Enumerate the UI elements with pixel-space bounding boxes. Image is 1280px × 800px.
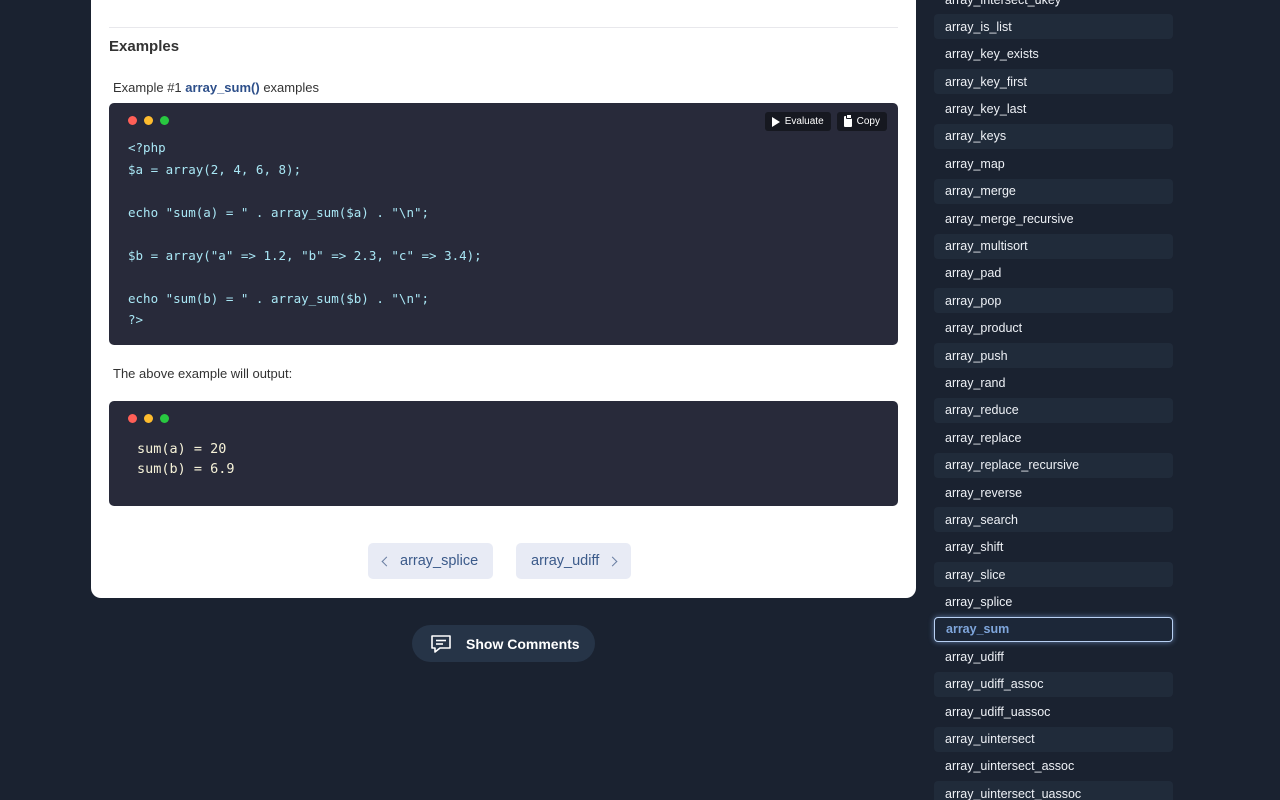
window-dots [128, 116, 169, 125]
code-line: echo "sum(b) = " . array_sum($b) . "\n"; [128, 290, 430, 306]
code-actions: Evaluate Copy [764, 112, 887, 131]
page: Examples Example #1 array_sum() examples… [0, 0, 1280, 800]
sidebar-item-array-merge-recursive[interactable]: array_merge_recursive [934, 206, 1173, 231]
code-line: $a = array(2, 4, 6, 8); [128, 161, 302, 177]
show-comments-button[interactable]: Show Comments [412, 625, 595, 662]
red-dot-icon [128, 414, 137, 423]
sidebar-item-array-uintersect-uassoc[interactable]: array_uintersect_uassoc [934, 781, 1173, 800]
window-dots [128, 414, 169, 423]
yellow-dot-icon [144, 414, 153, 423]
content-card: Examples Example #1 array_sum() examples… [91, 0, 916, 598]
example-function-name: array_sum() [185, 80, 260, 95]
evaluate-label: Evaluate [784, 116, 824, 127]
chevron-right-icon [607, 556, 618, 566]
sidebar-item-array-udiff-assoc[interactable]: array_udiff_assoc [934, 671, 1173, 697]
sidebar-item-array-udiff[interactable]: array_udiff [934, 644, 1173, 669]
sidebar-item-array-replace[interactable]: array_replace [934, 425, 1173, 450]
sidebar-item-array-intersect-ukey[interactable]: array_intersect_ukey [934, 0, 1173, 12]
code-line: ?> [128, 312, 144, 327]
output-text: sum(a) = 20 sum(b) = 6.9 [137, 440, 235, 479]
sidebar-item-array-is-list[interactable]: array_is_list [934, 14, 1173, 40]
play-icon [771, 116, 780, 127]
prev-page-label: array_splice [400, 553, 479, 569]
example-caption-suffix: examples [259, 80, 319, 95]
prev-page-link[interactable]: array_splice [368, 543, 494, 579]
sidebar-item-array-pop[interactable]: array_pop [934, 288, 1173, 314]
sidebar-item-array-reverse[interactable]: array_reverse [934, 480, 1173, 505]
sidebar-item-array-key-first[interactable]: array_key_first [934, 69, 1173, 95]
sidebar-item-array-keys[interactable]: array_keys [934, 123, 1173, 149]
green-dot-icon [160, 414, 169, 423]
chevron-left-icon [381, 556, 392, 566]
sidebar-item-array-splice[interactable]: array_splice [934, 590, 1173, 615]
sidebar-item-array-multisort[interactable]: array_multisort [934, 233, 1173, 259]
next-page-label: array_udiff [531, 553, 600, 569]
code-text: <?php $a = array(2, 4, 6, 8); echo "sum(… [128, 137, 482, 331]
sidebar-item-array-replace-recursive[interactable]: array_replace_recursive [934, 452, 1173, 478]
clipboard-icon [843, 114, 852, 127]
output-line: sum(a) = 20 [137, 441, 227, 457]
example-caption: Example #1 array_sum() examples [113, 80, 319, 95]
sidebar-item-array-search[interactable]: array_search [934, 507, 1173, 533]
code-block: Evaluate Copy <?php $a = array(2, 4, 6, … [109, 103, 898, 345]
sidebar-item-array-pad[interactable]: array_pad [934, 261, 1173, 286]
sidebar-item-array-sum[interactable]: array_sum [934, 616, 1173, 642]
sidebar-item-array-rand[interactable]: array_rand [934, 370, 1173, 395]
copy-button[interactable]: Copy [836, 112, 887, 131]
function-list-sidebar: array_intersect_ukeyarray_is_listarray_k… [934, 0, 1173, 800]
red-dot-icon [128, 116, 137, 125]
section-title: Examples [109, 38, 180, 55]
sidebar-item-array-key-exists[interactable]: array_key_exists [934, 42, 1173, 67]
comment-icon [431, 634, 451, 653]
sidebar-item-array-udiff-uassoc[interactable]: array_udiff_uassoc [934, 699, 1173, 724]
sidebar-item-array-slice[interactable]: array_slice [934, 562, 1173, 588]
green-dot-icon [160, 116, 169, 125]
code-line: $b = array("a" => 1.2, "b" => 2.3, "c" =… [128, 247, 482, 263]
example-caption-prefix: Example #1 [113, 80, 186, 95]
sidebar-item-array-map[interactable]: array_map [934, 151, 1173, 176]
copy-label: Copy [856, 116, 880, 127]
code-line: echo "sum(a) = " . array_sum($a) . "\n"; [128, 204, 430, 220]
sidebar-item-array-shift[interactable]: array_shift [934, 535, 1173, 560]
divider [109, 27, 898, 28]
next-page-link[interactable]: array_udiff [516, 543, 632, 579]
output-line: sum(b) = 6.9 [137, 460, 235, 477]
sidebar-item-array-merge[interactable]: array_merge [934, 178, 1173, 204]
sidebar-item-array-push[interactable]: array_push [934, 343, 1173, 369]
show-comments-label: Show Comments [466, 635, 580, 652]
output-block: sum(a) = 20 sum(b) = 6.9 [109, 401, 898, 506]
output-caption: The above example will output: [113, 366, 293, 381]
evaluate-button[interactable]: Evaluate [764, 112, 831, 131]
sidebar-item-array-key-last[interactable]: array_key_last [934, 97, 1173, 122]
code-line: <?php [128, 140, 166, 155]
sidebar-item-array-reduce[interactable]: array_reduce [934, 397, 1173, 423]
sidebar-item-array-uintersect-assoc[interactable]: array_uintersect_assoc [934, 754, 1173, 779]
sidebar-item-array-uintersect[interactable]: array_uintersect [934, 726, 1173, 752]
sidebar-item-array-product[interactable]: array_product [934, 316, 1173, 341]
yellow-dot-icon [144, 116, 153, 125]
